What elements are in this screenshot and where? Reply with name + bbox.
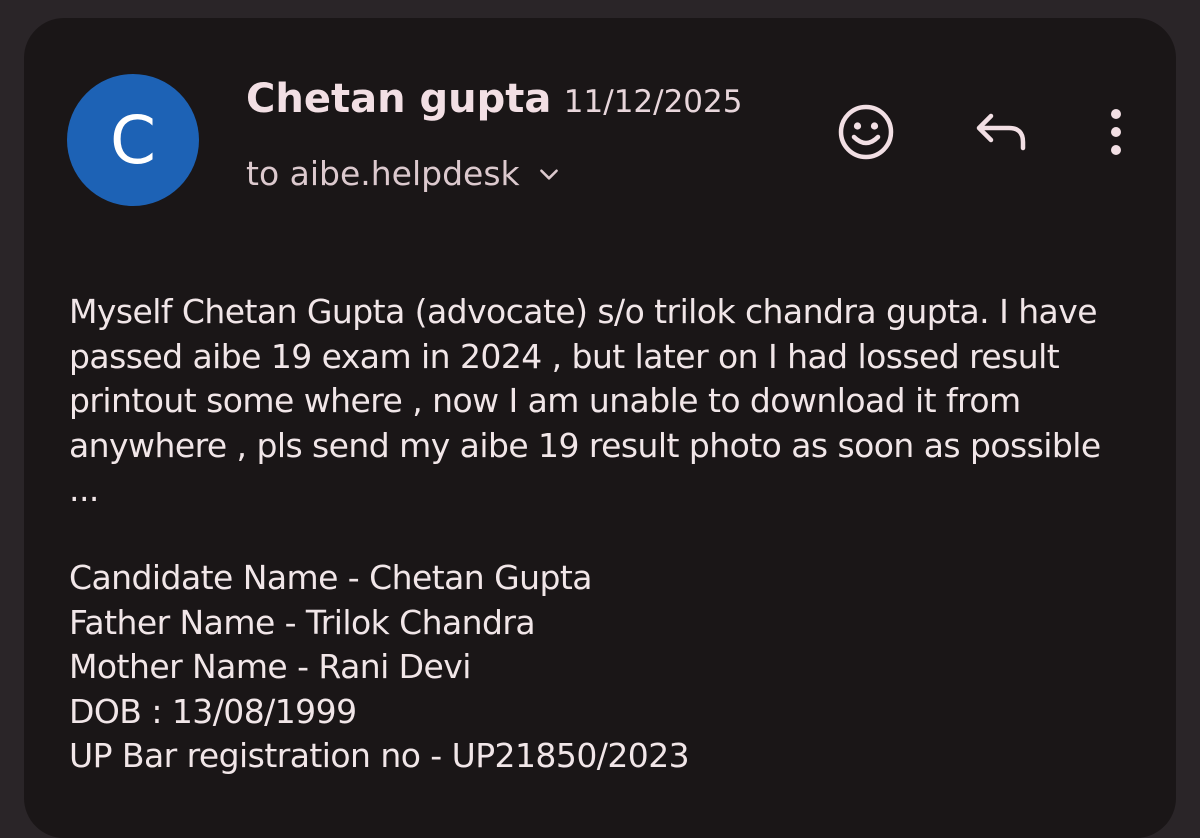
detail-line: Mother Name - Rani Devi [69, 647, 471, 686]
reply-icon [976, 113, 1026, 151]
more-options-button[interactable] [1084, 100, 1148, 164]
detail-line: Father Name - Trilok Chandra [69, 602, 536, 642]
sender-header: Chetan gupta 11/12/2025 [246, 76, 742, 122]
smiley-icon [838, 104, 894, 160]
chevron-down-icon [539, 168, 558, 180]
add-reaction-button[interactable] [834, 100, 898, 164]
recipient-toggle[interactable]: to aibe.helpdesk [246, 154, 562, 193]
email-body: Myself Chetan Gupta (advocate) s/o trilo… [69, 292, 1111, 509]
detail-line: Candidate Name - Chetan Gupta [69, 558, 592, 597]
avatar-letter: C [109, 101, 157, 179]
avatar[interactable]: C [67, 74, 199, 206]
sender-name[interactable]: Chetan gupta [246, 76, 551, 122]
email-date: 11/12/2025 [563, 84, 743, 120]
candidate-details: Candidate Name - Chetan Gupta Father Nam… [69, 556, 690, 779]
recipient-label: to aibe.helpdesk [246, 154, 520, 193]
detail-line: UP Bar registration no - UP21850/2023 [69, 736, 690, 775]
detail-line: DOB : 13/08/1999 [69, 691, 357, 731]
reply-button[interactable] [969, 100, 1033, 164]
more-vertical-icon [1111, 109, 1121, 155]
